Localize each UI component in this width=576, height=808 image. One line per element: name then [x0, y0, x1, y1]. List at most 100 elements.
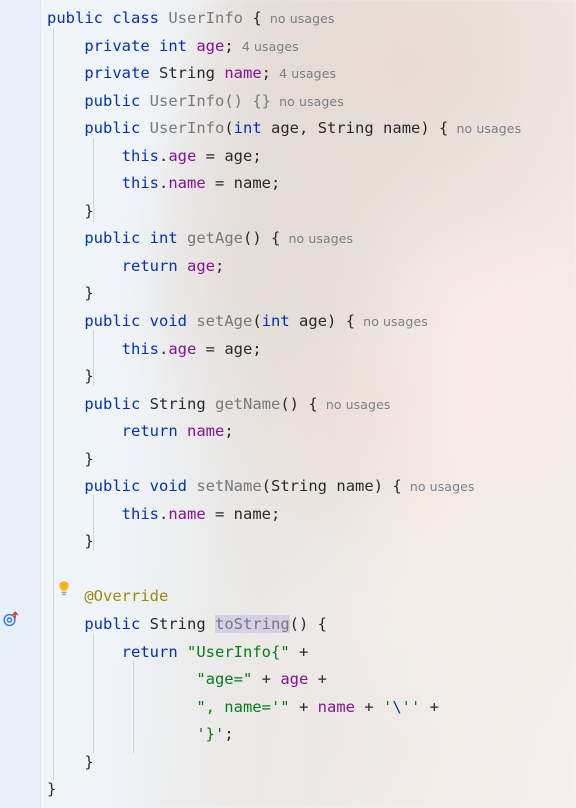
code-token: name	[224, 64, 262, 83]
code-line[interactable]: this.name = name;	[0, 501, 576, 529]
code-token: String	[159, 64, 215, 83]
code-line[interactable]: this.age = age;	[0, 336, 576, 364]
inlay-hint-usages[interactable]: no usages	[271, 94, 344, 109]
code-token: ;	[215, 256, 225, 275]
code-content[interactable]: public class UserInfo { no usages privat…	[0, 0, 576, 808]
code-token: UserInfo	[149, 119, 225, 138]
inlay-hint-usages[interactable]: 4 usages	[271, 66, 336, 81]
code-token: name	[233, 174, 271, 193]
code-token: name	[233, 504, 271, 523]
code-token: (	[224, 119, 234, 138]
code-line[interactable]: public void setAge(int age) { no usages	[0, 308, 576, 336]
inlay-hint-usages[interactable]: 4 usages	[234, 39, 299, 54]
code-line[interactable]: public UserInfo() {} no usages	[0, 88, 576, 116]
code-line[interactable]: return "UserInfo{" +	[0, 639, 576, 667]
code-editor[interactable]: public class UserInfo { no usages privat…	[0, 0, 576, 808]
code-line[interactable]: '}';	[0, 721, 576, 749]
code-token: }	[84, 367, 94, 386]
code-token: () {}	[224, 91, 271, 110]
code-line[interactable]: this.age = age;	[0, 143, 576, 171]
code-line[interactable]: private int age; 4 usages	[0, 33, 576, 61]
code-line[interactable]: ", name='" + name + '\'' +	[0, 694, 576, 722]
code-token: name	[168, 504, 206, 523]
code-line[interactable]: }	[0, 749, 576, 777]
code-token: String	[149, 615, 206, 634]
code-token: ;	[224, 422, 234, 441]
code-line[interactable]: public int getAge() { no usages	[0, 225, 576, 253]
code-line[interactable]: public void setName(String name) { no us…	[0, 473, 576, 501]
code-token: ", name='"	[196, 697, 290, 716]
code-line[interactable]: "age=" + age +	[0, 666, 576, 694]
code-token: .	[158, 146, 169, 165]
code-token: =	[205, 174, 234, 193]
code-token: age	[224, 339, 253, 358]
code-token: int	[261, 312, 290, 331]
code-token: public	[84, 615, 141, 634]
intention-bulb-icon[interactable]	[56, 580, 72, 598]
code-line[interactable]: }	[0, 198, 576, 226]
code-token: name	[383, 119, 421, 138]
code-token: name	[168, 174, 206, 193]
code-line[interactable]: }	[0, 446, 576, 474]
code-line[interactable]: this.name = name;	[0, 170, 576, 198]
code-token: age	[224, 146, 253, 165]
inlay-hint-usages[interactable]: no usages	[280, 231, 353, 246]
code-token: public	[84, 394, 141, 413]
code-token: void	[149, 477, 187, 496]
code-token: name	[336, 477, 374, 496]
code-token: ;	[261, 64, 272, 83]
code-line[interactable]: }	[0, 280, 576, 308]
code-line[interactable]: }	[0, 363, 576, 391]
code-token: return	[121, 256, 178, 275]
code-line[interactable]: public String getName() { no usages	[0, 391, 576, 419]
code-token: \	[392, 697, 402, 716]
inlay-hint-usages[interactable]: no usages	[262, 11, 335, 26]
code-token: ;	[270, 504, 281, 523]
code-line[interactable]: }	[0, 776, 576, 804]
code-token: () {	[289, 615, 327, 634]
code-token: UserInfo	[168, 9, 244, 27]
code-token: ) {	[420, 119, 449, 138]
code-token: }	[84, 752, 94, 771]
code-line[interactable]: public class UserInfo { no usages	[0, 5, 576, 33]
inlay-hint-usages[interactable]: no usages	[318, 397, 391, 412]
code-line[interactable]: @Override	[0, 583, 576, 611]
inlay-hint-usages[interactable]: no usages	[448, 121, 522, 136]
code-token: name	[187, 422, 225, 441]
code-line[interactable]: public String toString() {	[0, 611, 576, 639]
code-line[interactable]: return age;	[0, 253, 576, 281]
code-token: }	[84, 532, 94, 551]
code-line[interactable]: public UserInfo(int age, String name) { …	[0, 115, 576, 143]
code-token: ) {	[327, 312, 356, 331]
code-token: private	[84, 64, 150, 83]
code-line[interactable]: private String name; 4 usages	[0, 60, 576, 88]
code-token: ;	[270, 174, 281, 193]
code-line[interactable]: }	[0, 528, 576, 556]
code-line[interactable]: return name;	[0, 418, 576, 446]
code-line[interactable]	[0, 556, 576, 584]
code-token: int	[159, 36, 187, 55]
inlay-hint-usages[interactable]: no usages	[355, 314, 428, 329]
inlay-hint-usages[interactable]: no usages	[402, 479, 475, 494]
